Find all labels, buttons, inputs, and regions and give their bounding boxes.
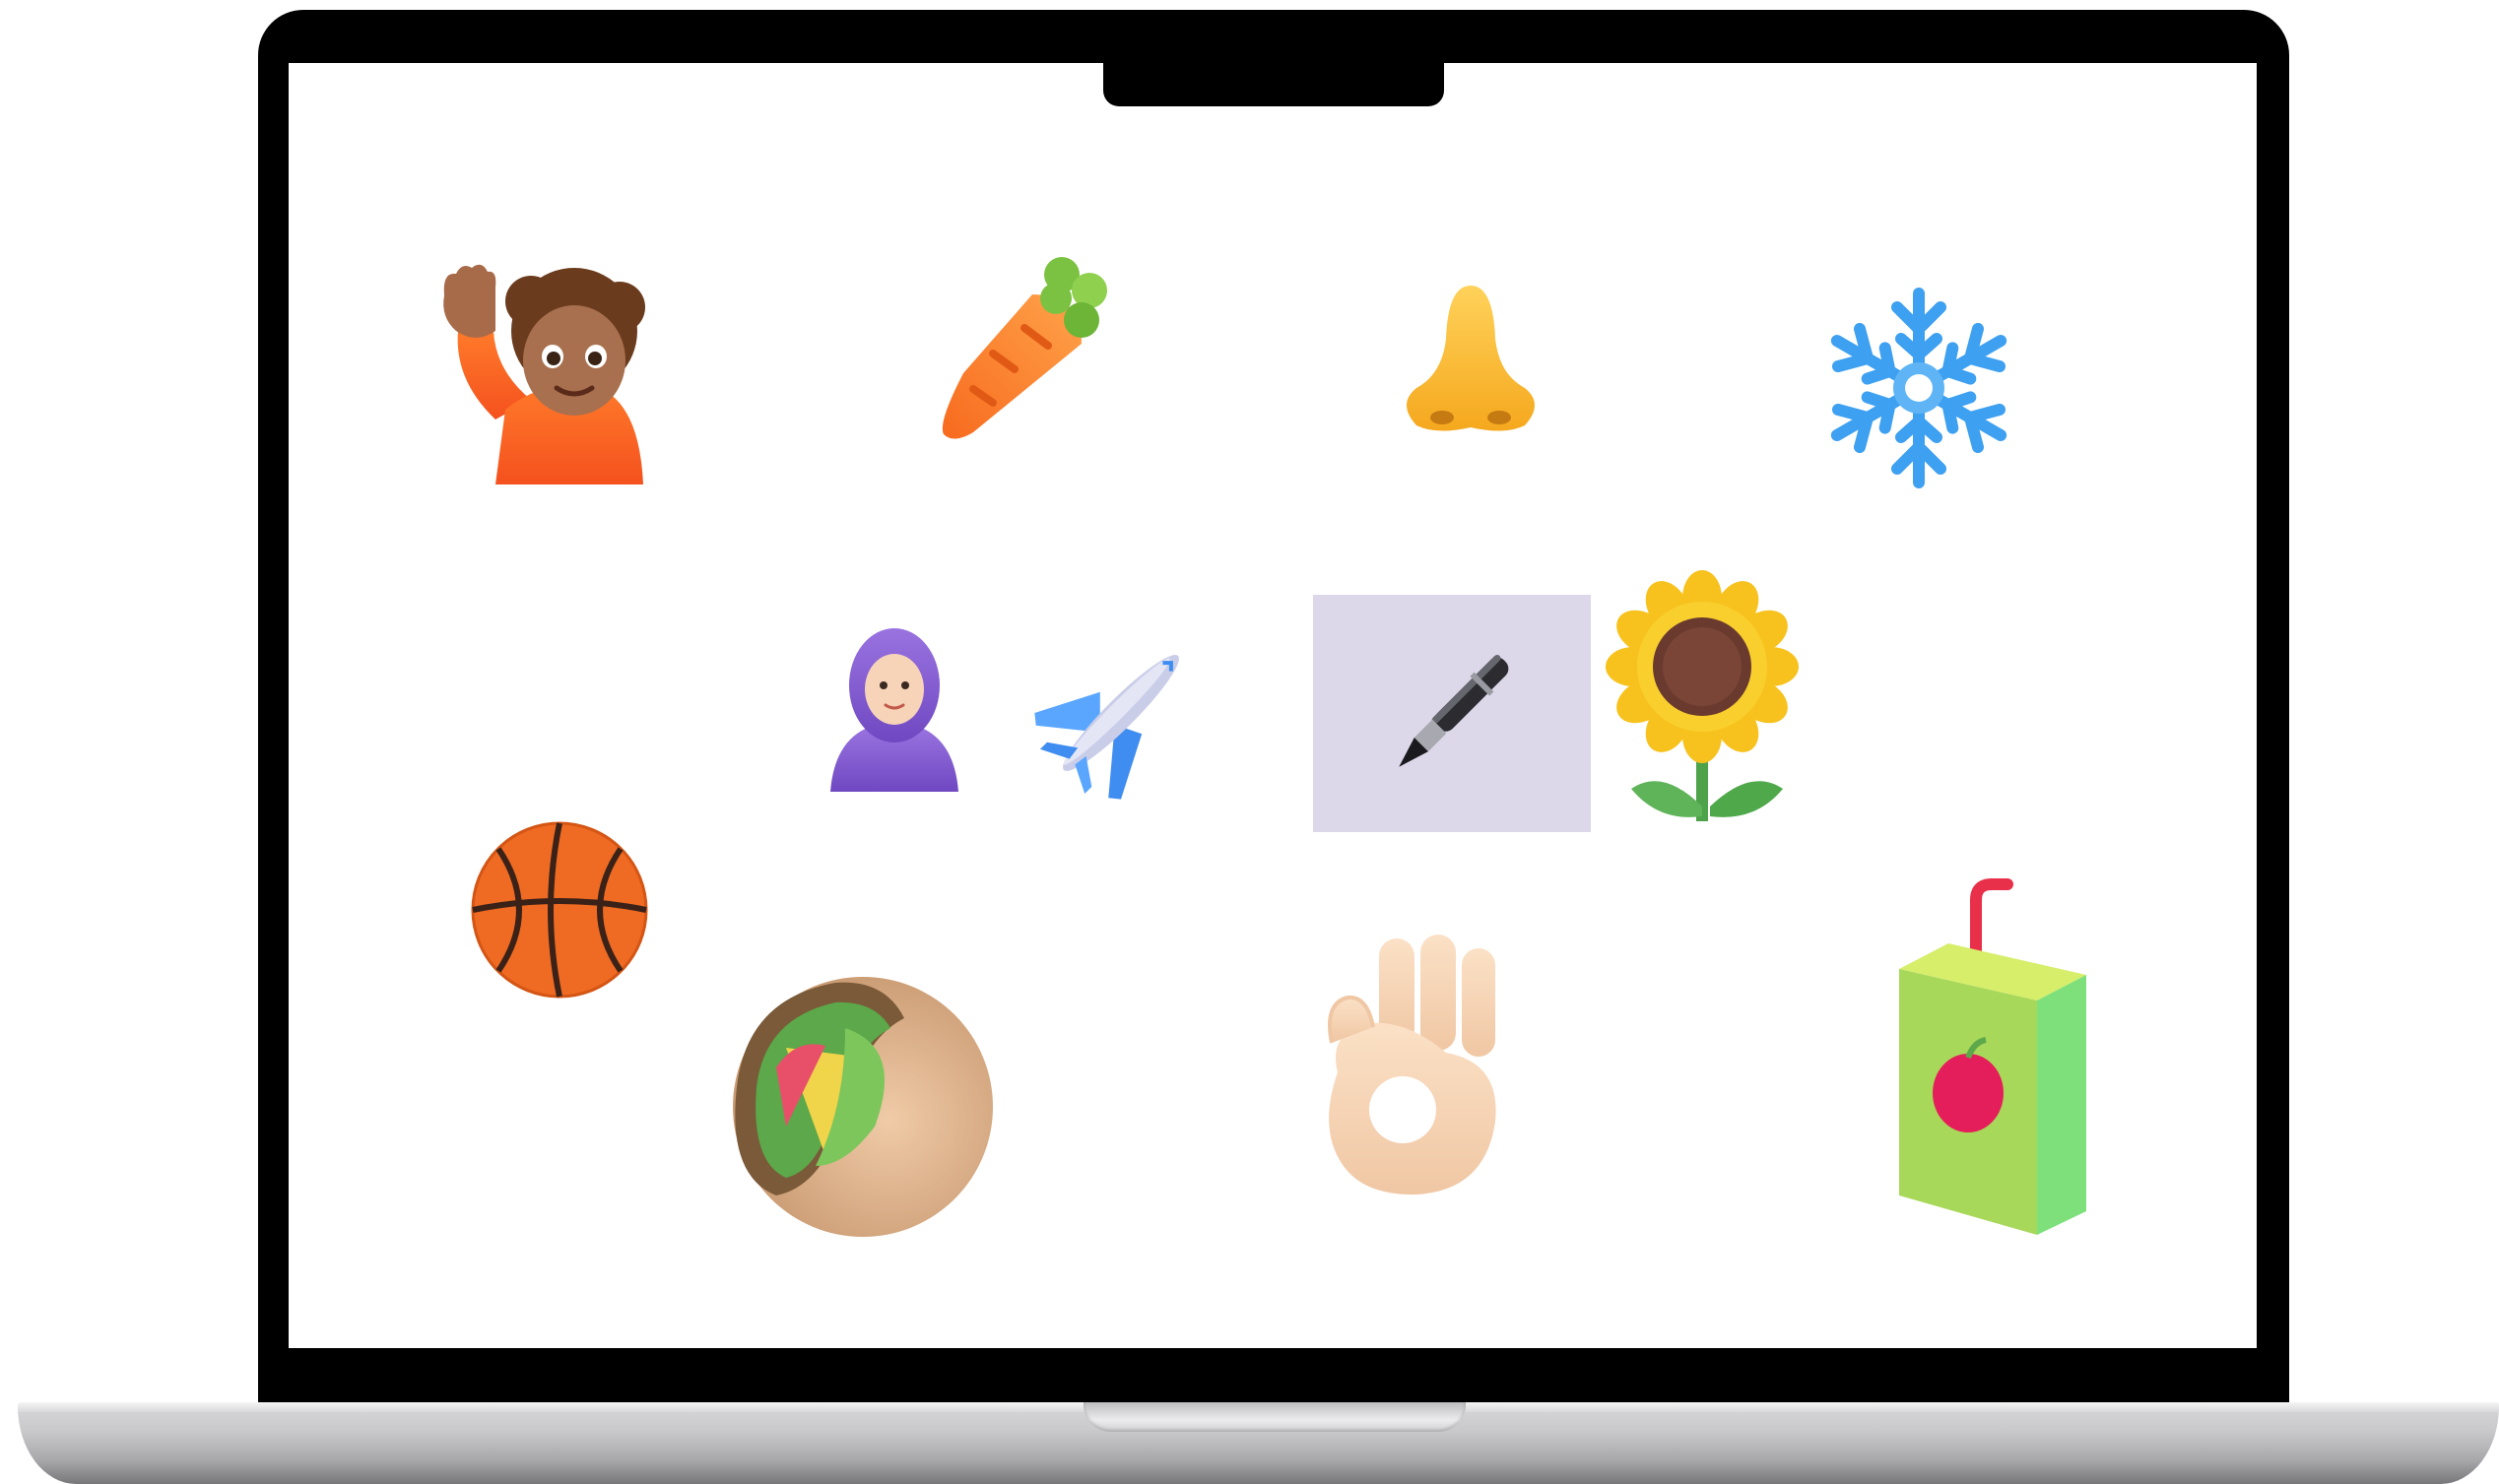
carrot-icon[interactable] [929,250,1116,447]
snowflake-icon[interactable] [1815,280,2022,496]
airplane-icon[interactable] [1032,624,1210,802]
person-raising-hand-icon[interactable] [427,260,663,486]
laptop-hinge-notch [1084,1402,1466,1432]
screen [289,63,2257,1348]
ok-hand-icon[interactable] [1313,920,1510,1205]
juice-box-icon[interactable] [1874,861,2101,1255]
basketball-icon[interactable] [466,811,653,1008]
stuffed-flatbread-icon[interactable] [712,954,998,1250]
woman-with-headscarf-icon[interactable] [825,619,963,797]
camera-notch [1103,55,1444,106]
nose-icon[interactable] [1387,270,1554,447]
pen-icon[interactable] [1313,595,1591,832]
sunflower-icon[interactable] [1599,565,1815,831]
